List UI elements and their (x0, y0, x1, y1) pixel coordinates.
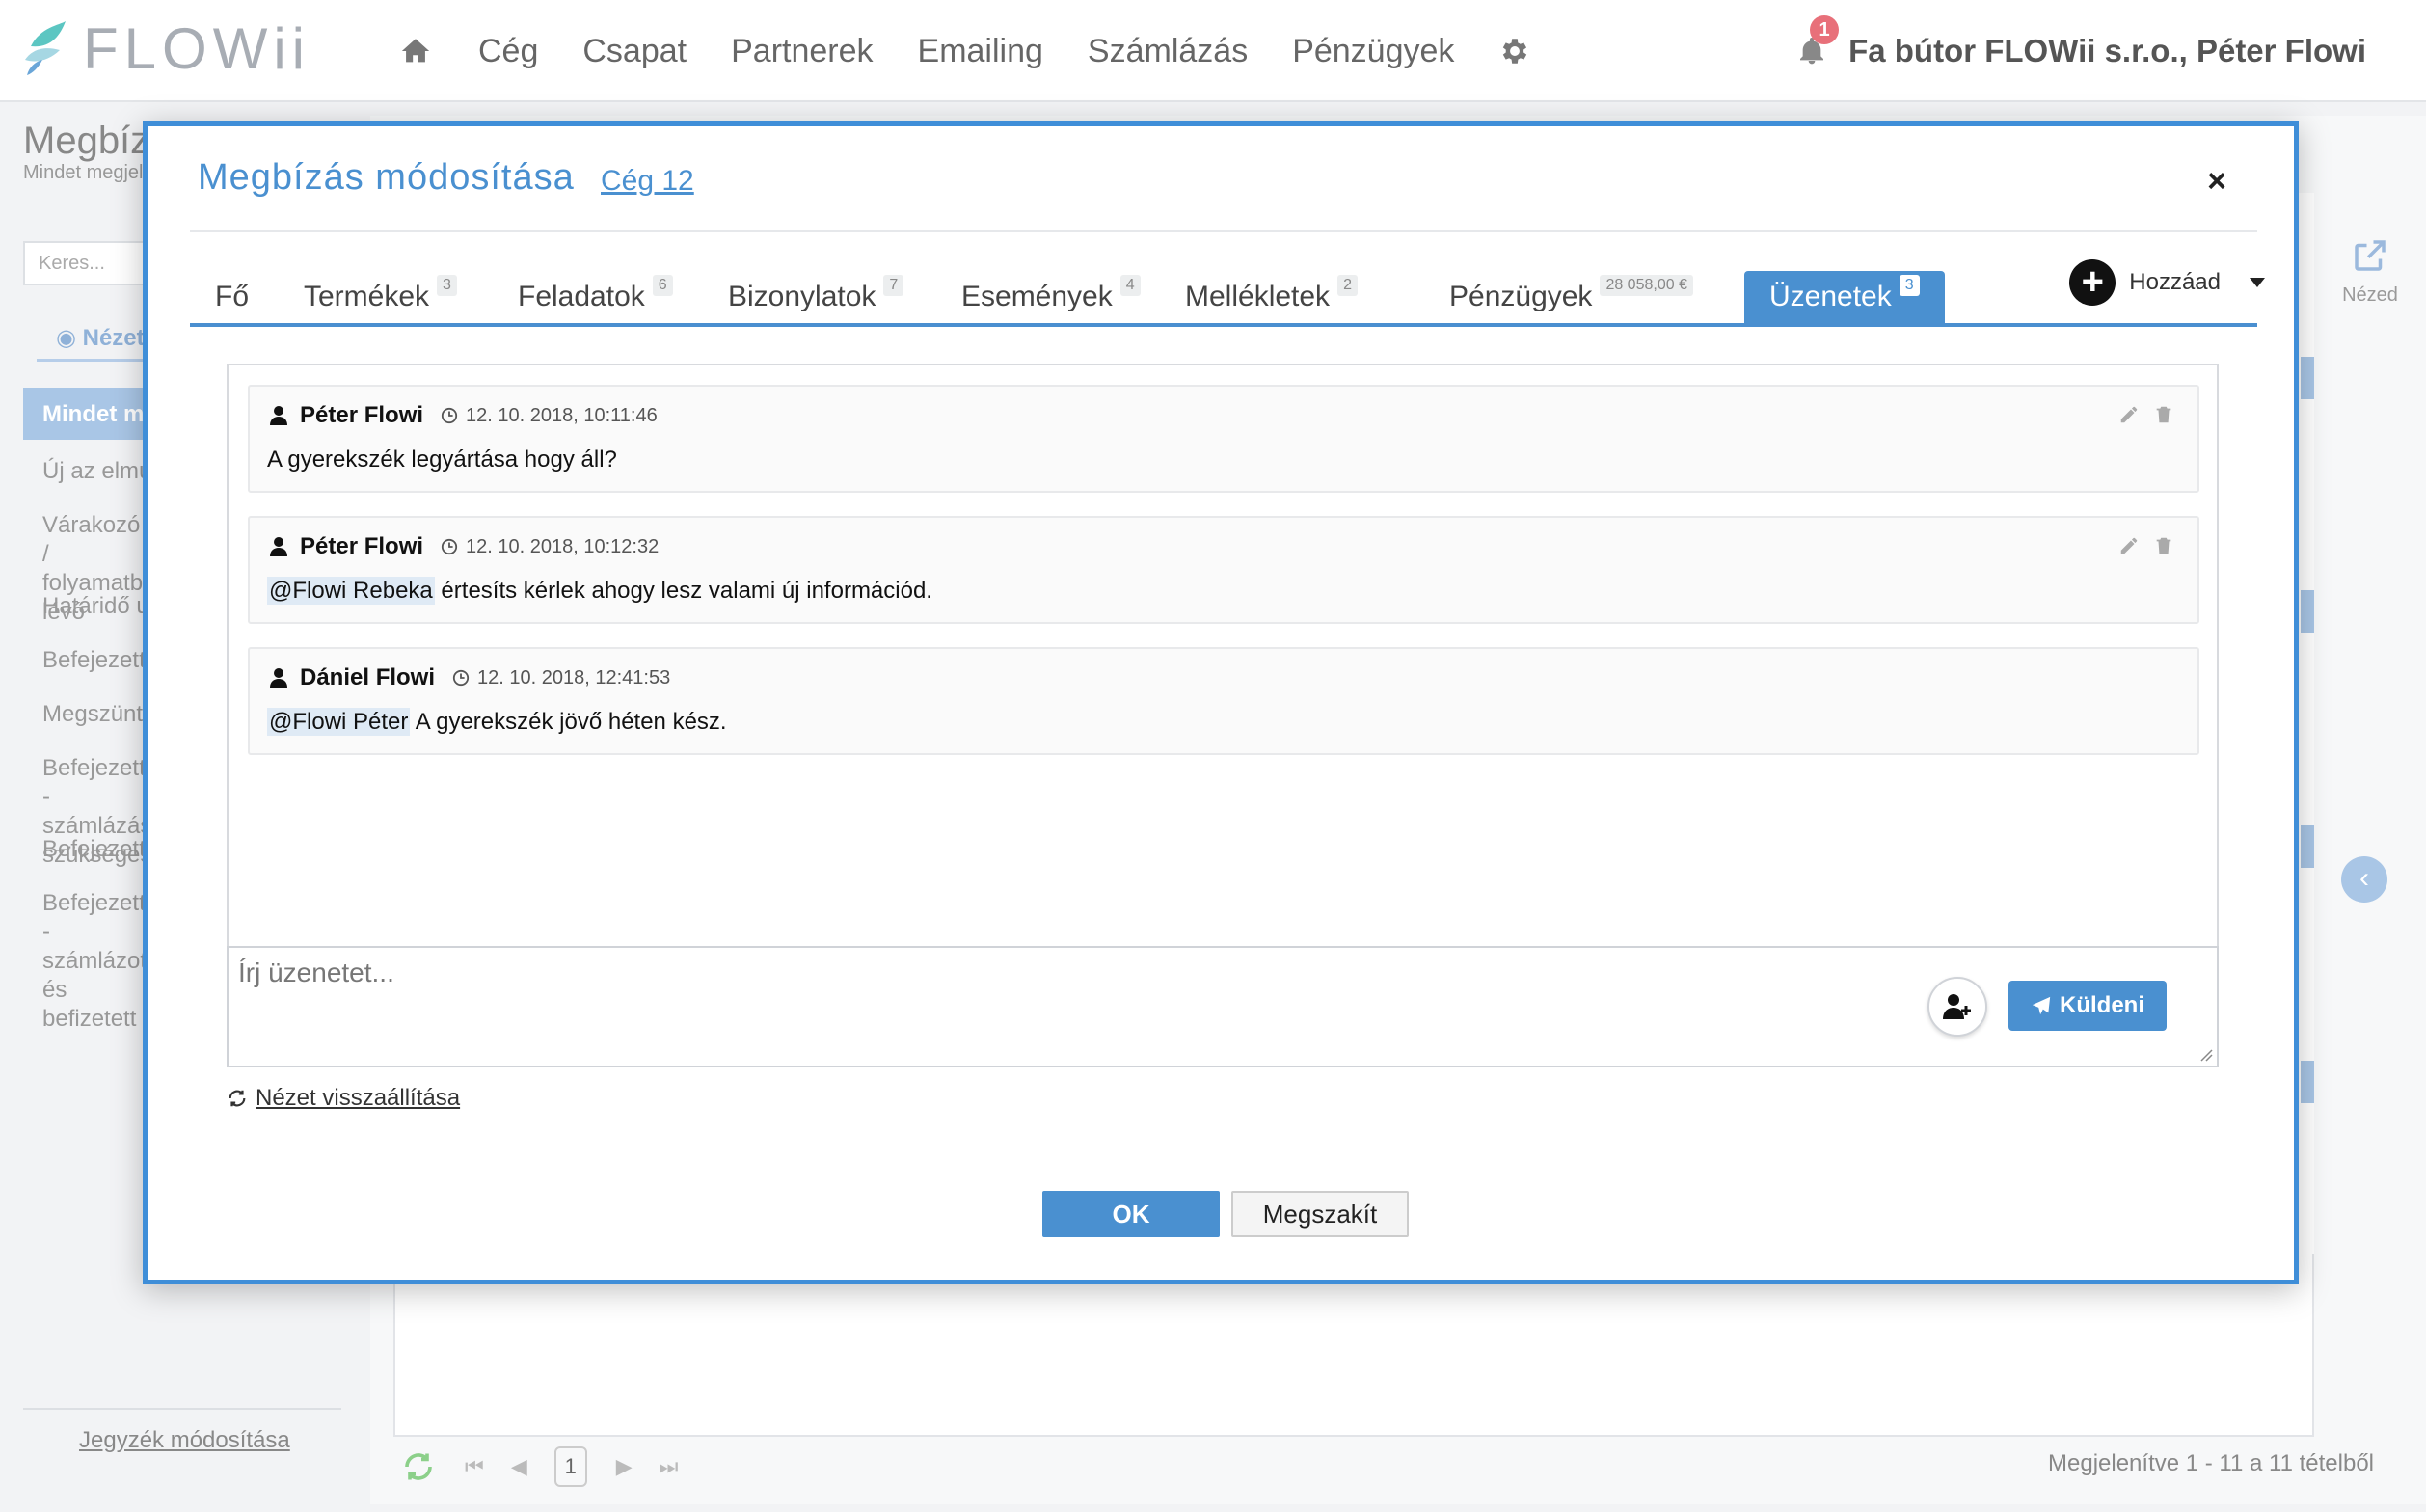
tab-count-badge: 6 (652, 275, 673, 296)
ok-button[interactable]: OK (1042, 1191, 1220, 1237)
user-icon (270, 668, 287, 688)
message-body: A gyerekszék jövő héten kész. (410, 709, 727, 735)
message-item: Péter Flowi 12. 10. 2018, 10:12:32 @Flow… (248, 516, 2199, 624)
tab-esemenyek[interactable]: Események 4 (961, 271, 1141, 323)
tab-count-badge: 4 (1119, 275, 1141, 296)
message-text: @Flowi Péter A gyerekszék jövő héten kés… (267, 708, 727, 736)
clock-icon (452, 669, 470, 687)
user-account-name[interactable]: Fa bútor FLOWii s.r.o., Péter Flowi (1848, 33, 2366, 69)
message-timestamp: 12. 10. 2018, 10:12:32 (466, 535, 660, 557)
clock-icon (441, 538, 458, 555)
message-item: Péter Flowi 12. 10. 2018, 10:11:46 A gye… (248, 385, 2199, 493)
paper-plane-icon (2032, 996, 2051, 1015)
trash-icon[interactable] (2153, 535, 2174, 556)
nav-item-emailing[interactable]: Emailing (918, 33, 1043, 70)
dialog-title: Megbízás módosítása (198, 157, 575, 198)
tab-fo[interactable]: Fő (215, 271, 249, 323)
message-author: Péter Flowi (300, 402, 424, 428)
trash-icon[interactable] (2153, 404, 2174, 425)
main-nav: Cég Csapat Partnerek Emailing Számlázás … (399, 0, 1531, 102)
message-actions (2105, 404, 2174, 425)
tab-label: Pénzügyek (1449, 281, 1593, 312)
tab-termekek[interactable]: Termékek 3 (304, 271, 457, 323)
tab-uzenetek[interactable]: Üzenetek 3 (1744, 271, 1945, 323)
message-timestamp: 12. 10. 2018, 10:11:46 (466, 404, 658, 426)
home-icon[interactable] (399, 35, 432, 68)
notification-bell[interactable]: 1 (1796, 15, 1840, 68)
nav-item-ceg[interactable]: Cég (478, 33, 538, 70)
messages-panel: Péter Flowi 12. 10. 2018, 10:11:46 A gye… (227, 364, 2219, 946)
tab-label: Üzenetek (1769, 281, 1892, 312)
notification-badge: 1 (1810, 15, 1840, 44)
tab-label: Termékek (304, 281, 430, 312)
caret-down-icon (2250, 278, 2265, 287)
tab-feladatok[interactable]: Feladatok 6 (518, 271, 673, 323)
nav-item-partnerek[interactable]: Partnerek (731, 33, 873, 70)
tab-bizonylatok[interactable]: Bizonylatok 7 (728, 271, 904, 323)
send-button-label: Küldeni (2060, 992, 2144, 1018)
message-text: A gyerekszék legyártása hogy áll? (267, 446, 617, 473)
message-body: értesíts kérlek ahogy lesz valami új inf… (434, 578, 932, 604)
message-input[interactable] (238, 954, 1781, 992)
message-item: Dániel Flowi 12. 10. 2018, 12:41:53 @Flo… (248, 647, 2199, 755)
tab-label: Mellékletek (1185, 281, 1331, 312)
edit-pencil-icon[interactable] (2118, 535, 2140, 556)
clock-icon (441, 407, 458, 424)
tab-label: Feladatok (518, 281, 645, 312)
user-icon (270, 537, 287, 556)
tab-label: Fő (215, 281, 250, 312)
tab-penzugyek[interactable]: Pénzügyek 28 058,00 € (1449, 271, 1693, 323)
message-author: Péter Flowi (300, 533, 424, 559)
tab-count-badge: 3 (437, 275, 457, 296)
reset-view-label: Nézet visszaállítása (256, 1085, 461, 1111)
tab-count-badge: 3 (1899, 275, 1920, 296)
message-body: A gyerekszék legyártása hogy áll? (267, 446, 617, 472)
tab-mellekletek[interactable]: Mellékletek 2 (1185, 271, 1358, 323)
user-plus-icon (1943, 994, 1971, 1019)
message-author: Dániel Flowi (300, 664, 436, 690)
edit-order-dialog: Megbízás módosítása Cég 12 × Fő Termékek… (143, 122, 2299, 1284)
close-icon[interactable]: × (2207, 163, 2226, 201)
tab-amount-badge: 28 058,00 € (1600, 275, 1693, 296)
resize-grip-icon[interactable] (2199, 1048, 2213, 1062)
dialog-divider (190, 230, 2257, 232)
refresh-icon (229, 1090, 246, 1107)
plus-icon: + (2069, 259, 2116, 306)
send-button[interactable]: Küldeni (2008, 981, 2167, 1031)
logo-text: FLOWii (83, 15, 310, 81)
message-actions (2105, 535, 2174, 556)
flowii-logo[interactable]: FLOWii (21, 15, 310, 81)
dialog-tabs: Fő Termékek 3 Feladatok 6 Bizonylatok 7 Ese… (190, 271, 2257, 327)
message-header: Péter Flowi 12. 10. 2018, 10:12:32 (269, 533, 659, 560)
tab-label: Események (961, 281, 1113, 312)
message-timestamp: 12. 10. 2018, 12:41:53 (477, 666, 671, 688)
user-area: 1 Fa bútor FLOWii s.r.o., Péter Flowi (1796, 0, 2366, 102)
message-text: @Flowi Rebeka értesíts kérlek ahogy lesz… (267, 577, 932, 605)
tab-count-badge: 7 (883, 275, 904, 296)
tab-count-badge: 2 (1337, 275, 1358, 296)
user-icon (270, 406, 287, 425)
nav-item-csapat[interactable]: Csapat (582, 33, 687, 70)
nav-item-szamlazas[interactable]: Számlázás (1088, 33, 1248, 70)
mention-user-button[interactable] (1927, 977, 1987, 1037)
top-navbar: FLOWii Cég Csapat Partnerek Emailing Szá… (0, 0, 2426, 102)
message-mention[interactable]: @Flowi Rebeka (267, 577, 435, 605)
company-link[interactable]: Cég 12 (601, 165, 694, 198)
logo-leaf-icon (25, 21, 66, 75)
gear-icon[interactable] (1498, 35, 1531, 68)
message-header: Dániel Flowi 12. 10. 2018, 12:41:53 (269, 664, 670, 691)
tab-label: Bizonylatok (728, 281, 876, 312)
reset-view-link[interactable]: Nézet visszaállítása (227, 1085, 460, 1112)
edit-pencil-icon[interactable] (2118, 404, 2140, 425)
add-dropdown-button[interactable]: + Hozzáad (2069, 259, 2265, 306)
message-compose-box: Küldeni (227, 946, 2219, 1067)
add-label: Hozzáad (2129, 269, 2221, 295)
nav-item-penzugyek[interactable]: Pénzügyek (1292, 33, 1454, 70)
message-mention[interactable]: @Flowi Péter (267, 708, 411, 736)
cancel-button[interactable]: Megszakít (1231, 1191, 1409, 1237)
message-header: Péter Flowi 12. 10. 2018, 10:11:46 (269, 402, 658, 429)
